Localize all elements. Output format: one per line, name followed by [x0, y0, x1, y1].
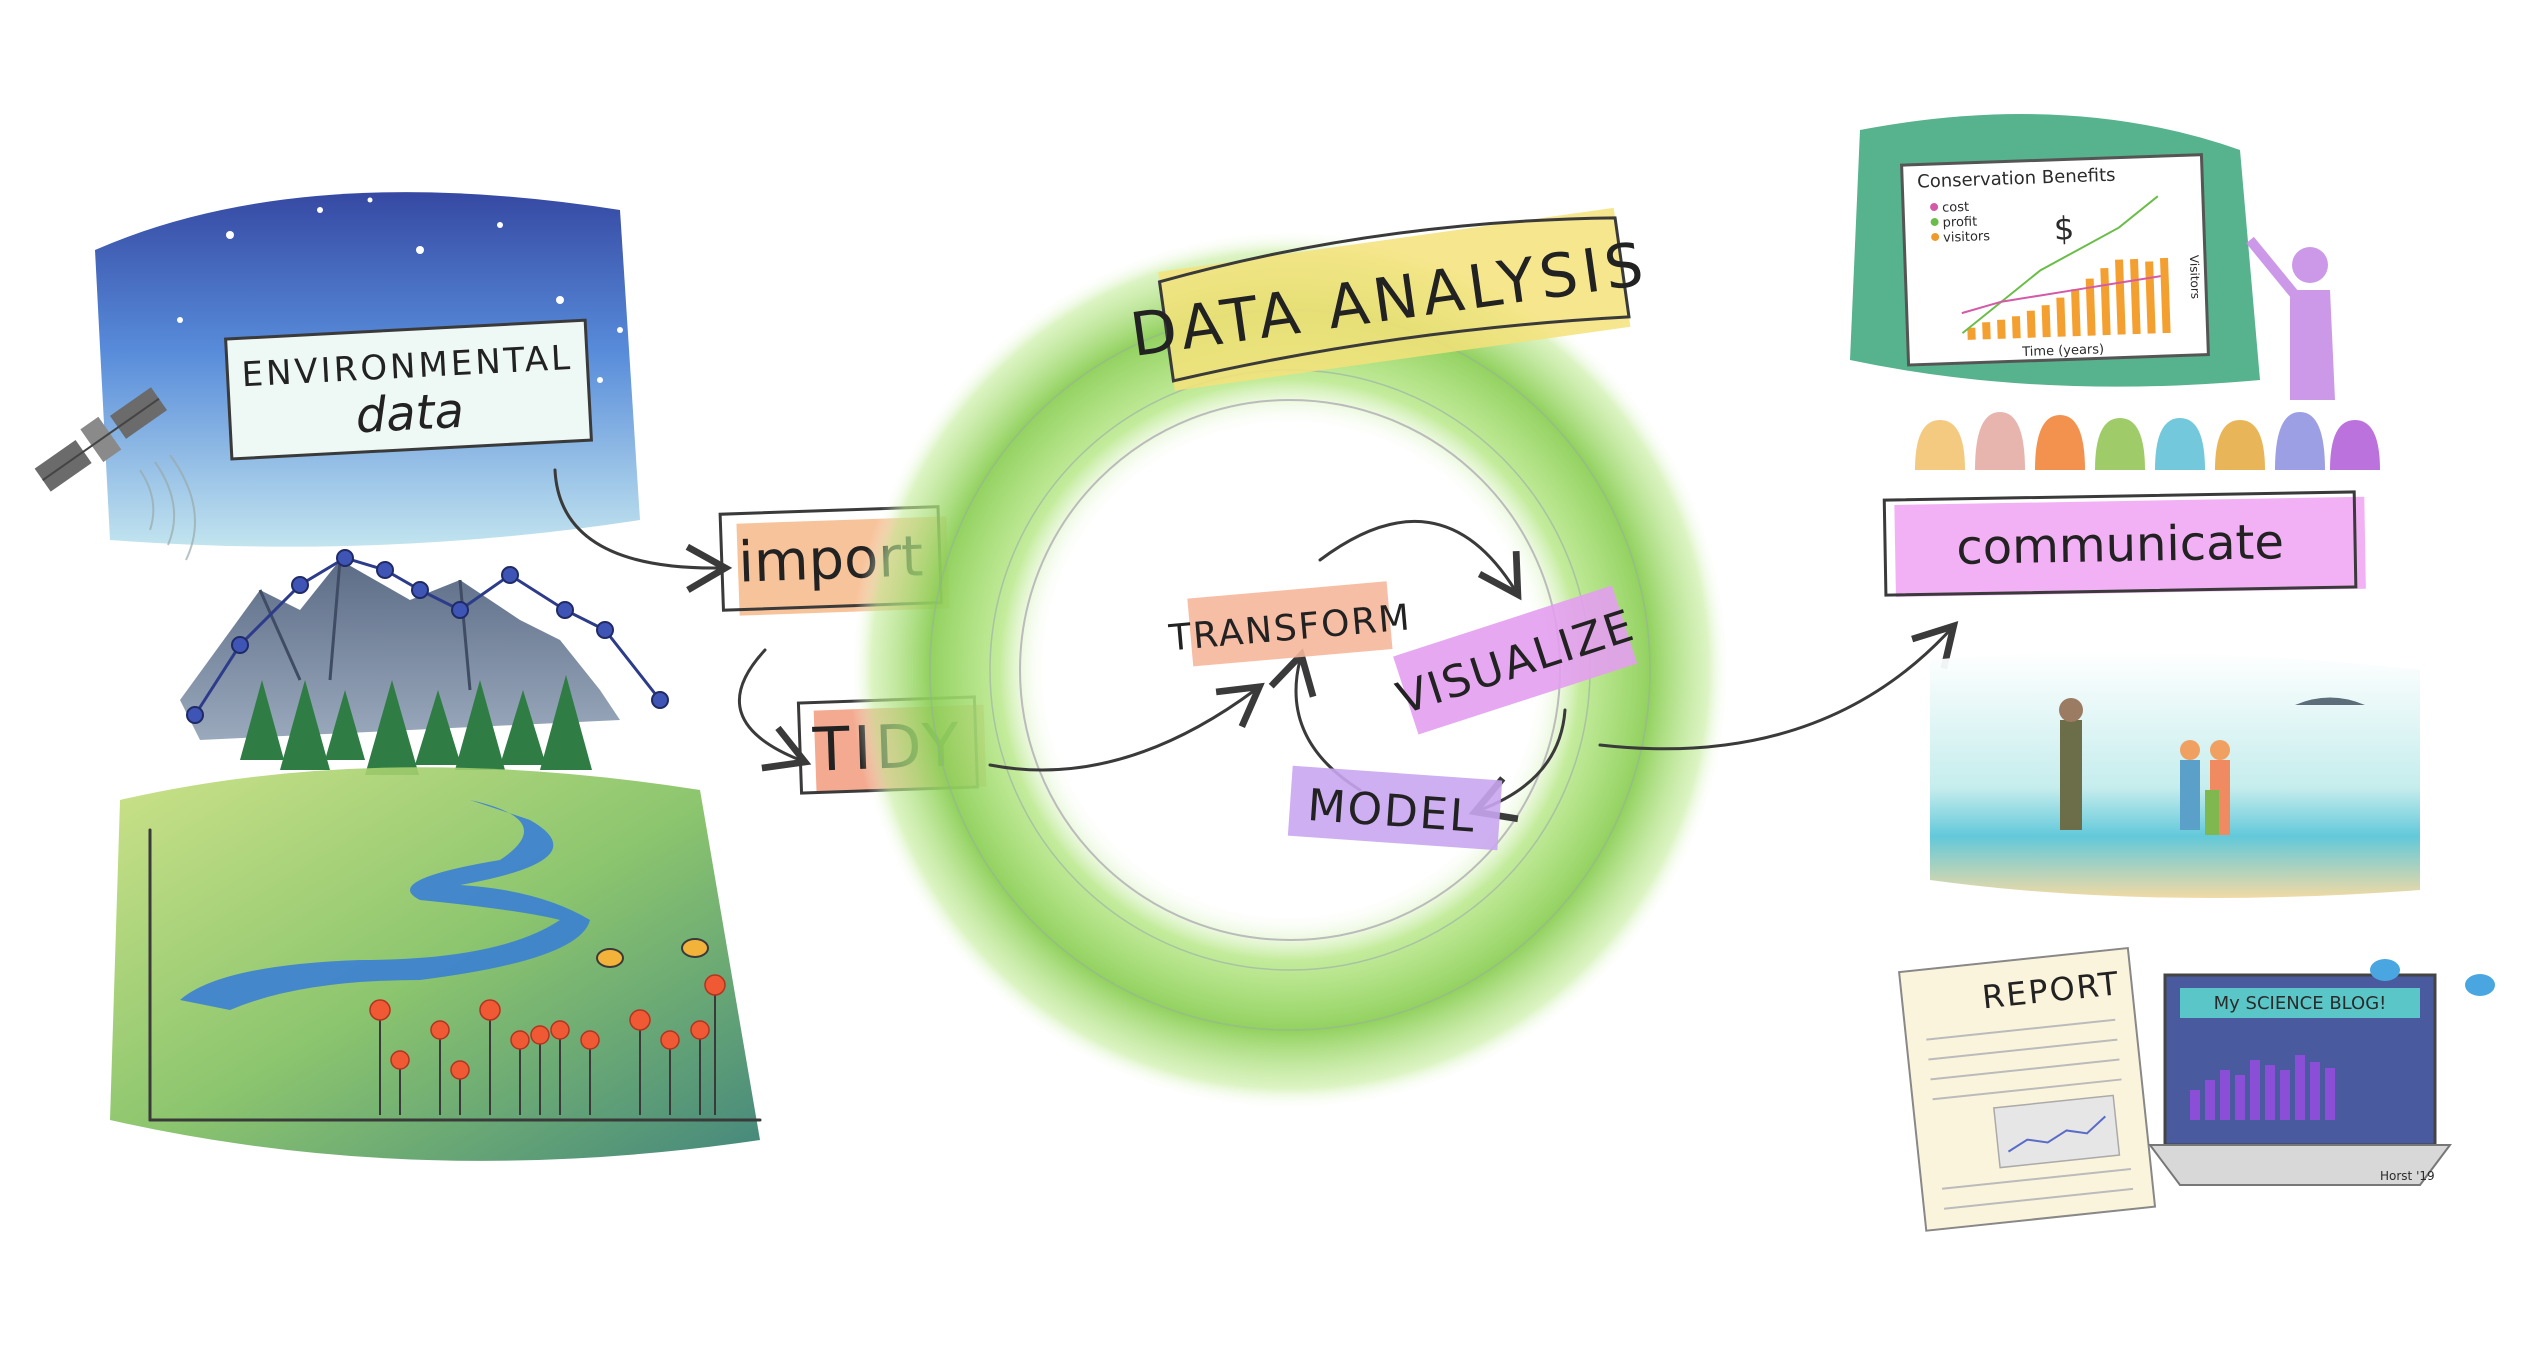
- communicate-panel: Conservation Benefits cost profit visito…: [1850, 114, 2495, 1232]
- artist-signature: Horst '19: [2380, 1169, 2435, 1183]
- legend-visitors: visitors: [1943, 229, 1991, 246]
- chart-xlabel: Time (years): [2021, 342, 2104, 360]
- beach-scene: [1930, 652, 2420, 898]
- environmental-data-panel: ENVIRONMENTAL data: [34, 177, 762, 1161]
- legend-profit: profit: [1942, 215, 1977, 231]
- laptop-blog: My SCIENCE BLOG!: [2148, 973, 2452, 1186]
- legend-cost: cost: [1942, 200, 1969, 216]
- model-step: MODEL: [1287, 765, 1503, 851]
- blog-title: My SCIENCE BLOG!: [2214, 993, 2387, 1014]
- communicate-label: communicate: [1956, 514, 2285, 576]
- currency-symbol: $: [2053, 209, 2075, 248]
- environmental-title-line2: data: [354, 383, 465, 445]
- presentation-chart: Conservation Benefits cost profit visito…: [1900, 153, 2210, 367]
- data-analysis-workflow-illustration: ENVIRONMENTAL data import DATA ANALYSIS …: [34, 114, 2495, 1232]
- communicate-step: communicate: [1882, 490, 2366, 597]
- audience: [1915, 412, 2380, 470]
- presenter-figure: [2246, 236, 2335, 400]
- data-analysis-panel: DATA ANALYSIS TRANSFORM VISUALIZE MODEL: [850, 207, 1730, 1110]
- arrow-import-to-tidy: [738, 648, 812, 772]
- chart-ylabel: Visitors: [2187, 255, 2203, 300]
- environmental-data-label: ENVIRONMENTAL data: [224, 318, 593, 461]
- report-document: REPORT: [1898, 946, 2157, 1232]
